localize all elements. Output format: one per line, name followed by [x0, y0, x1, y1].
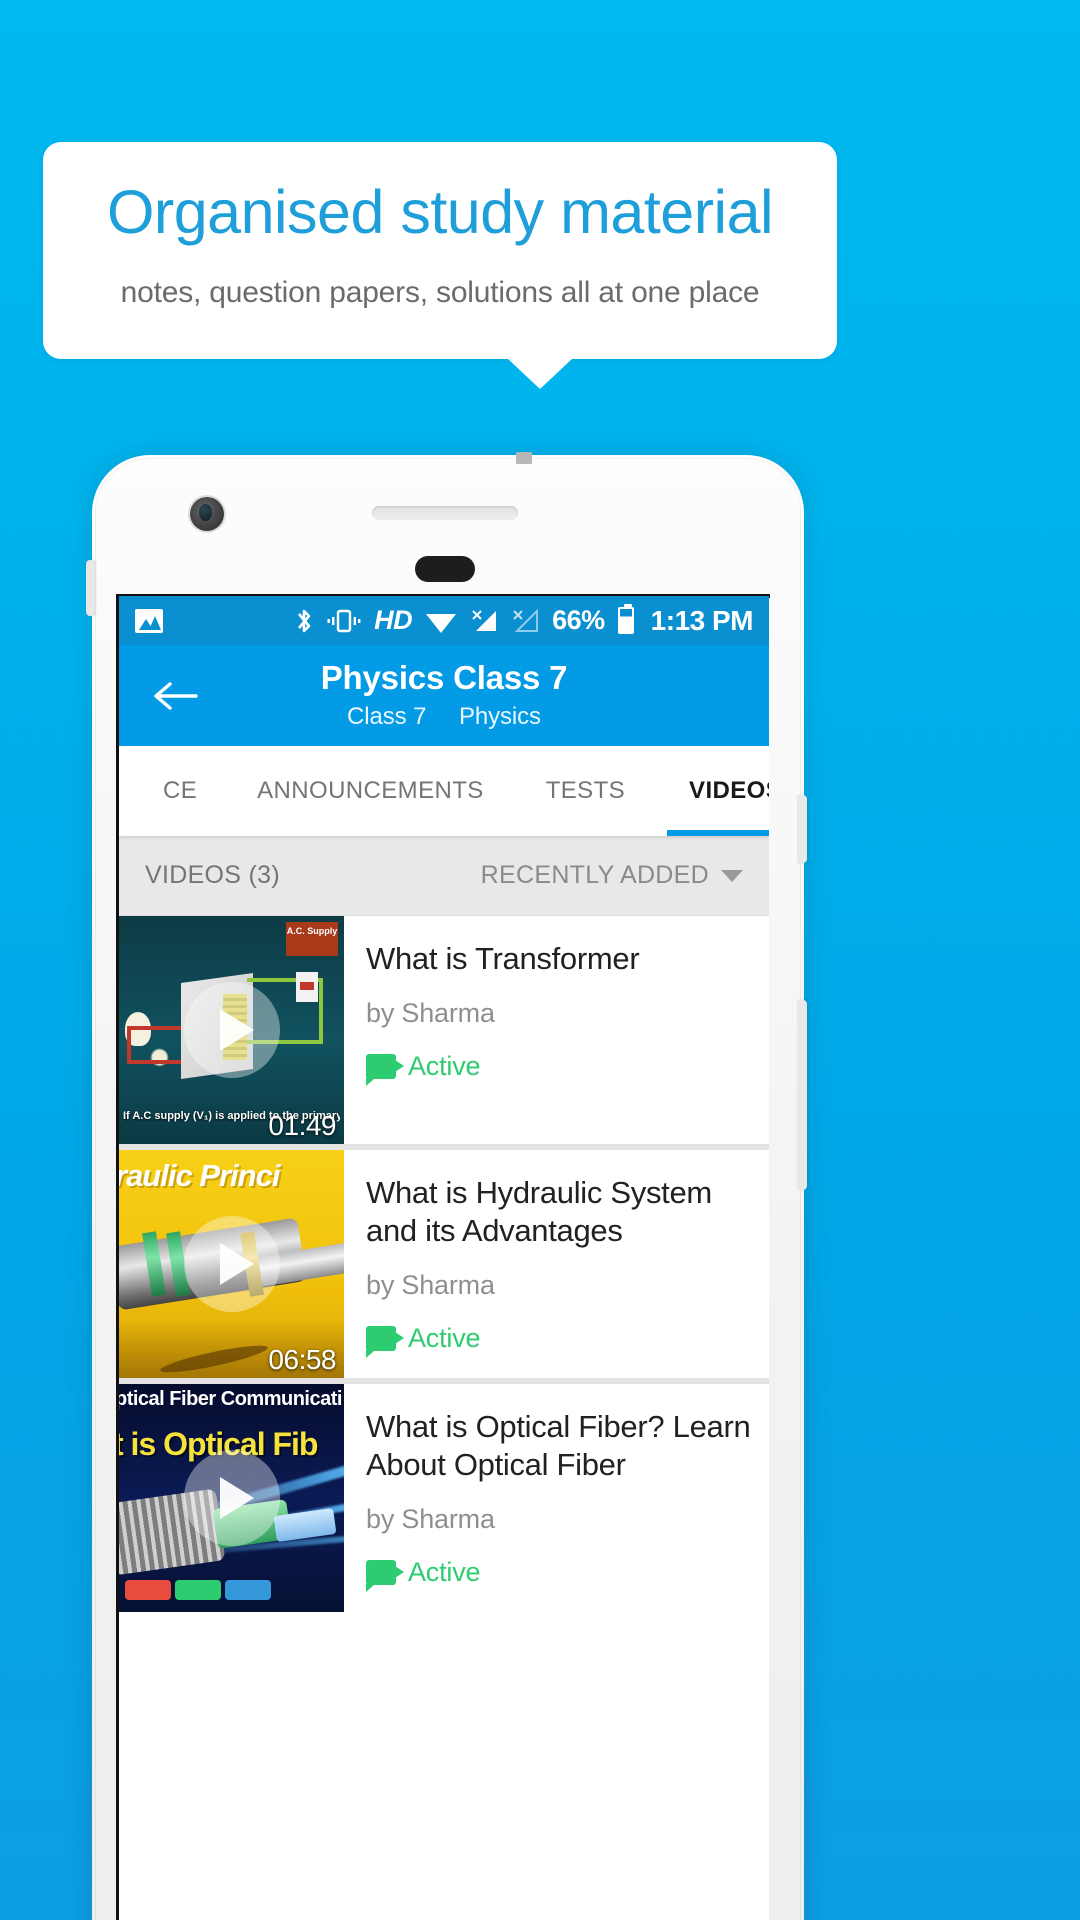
thumbnail-rgb-strands: [125, 1580, 275, 1606]
status-bar: HD 66% 1:13 PM: [119, 596, 769, 645]
video-status: Active: [366, 1050, 755, 1086]
phone-left-button[interactable]: [86, 560, 95, 616]
sort-dropdown[interactable]: RECENTLY ADDED: [481, 861, 743, 890]
video-card-body: What is Optical Fiber? Learn About Optic…: [344, 1384, 769, 1612]
clock-label: 1:13 PM: [650, 604, 754, 636]
videos-count-label: VIDEOS (3): [145, 861, 280, 889]
image-icon: [135, 608, 163, 633]
chevron-down-icon: [721, 869, 743, 882]
video-camera-icon: [366, 1559, 404, 1592]
video-duration: 01:49: [268, 1110, 336, 1141]
status-badge: Active: [408, 1322, 481, 1353]
status-badge: Active: [408, 1556, 481, 1587]
phone-screen: HD 66% 1:13 PM Physics Class 7 Class 7 P…: [119, 596, 769, 1920]
video-author: by Sharma: [366, 997, 495, 1028]
tab-bar: CE ANNOUNCEMENTS TESTS VIDEOS: [119, 746, 769, 836]
promo-callout: Organised study material notes, question…: [43, 142, 837, 359]
video-title: What is Hydraulic System and its Advanta…: [366, 1175, 712, 1248]
phone-volume-button[interactable]: [797, 1000, 807, 1190]
page-title: Physics Class 7: [320, 659, 568, 697]
video-thumbnail[interactable]: A.C. Supply If A.C supply (V₁) is applie…: [119, 916, 344, 1144]
promo-callout-tail: [507, 358, 573, 389]
thumbnail-caption: ptical Fiber Communicati: [119, 1388, 342, 1410]
battery-percent-label: 66%: [552, 605, 605, 635]
video-list-item[interactable]: raulic Princi 06:58 What is Hydraulic Sy…: [119, 1150, 769, 1378]
home-button[interactable]: [415, 556, 475, 582]
battery-icon: [617, 604, 634, 634]
status-badge: Active: [408, 1050, 481, 1081]
thumbnail-badge: A.C. Supply: [286, 922, 338, 956]
video-status: Active: [366, 1556, 755, 1592]
video-author: by Sharma: [366, 1503, 495, 1534]
sort-label: RECENTLY ADDED: [480, 861, 709, 889]
signal-2-icon: [511, 608, 539, 634]
video-list-item[interactable]: ptical Fiber Communicati t is Optical Fi…: [119, 1384, 769, 1612]
vibrate-icon: [327, 608, 361, 634]
video-author: by Sharma: [366, 1269, 495, 1300]
breadcrumb-class: Class 7: [347, 702, 427, 730]
bluetooth-icon: [294, 606, 314, 636]
thumbnail-capacitor-shape: [296, 972, 318, 1002]
phone-power-button[interactable]: [797, 795, 807, 863]
breadcrumb: Class 7 Physics: [347, 703, 541, 731]
video-camera-icon: [366, 1053, 404, 1086]
back-arrow-icon: [154, 681, 198, 710]
app-bar: Physics Class 7 Class 7 Physics: [119, 645, 769, 746]
video-card-body: What is Hydraulic System and its Advanta…: [344, 1150, 769, 1378]
video-title: What is Transformer: [366, 941, 640, 976]
phone-sensor-nub: [516, 452, 532, 464]
video-thumbnail[interactable]: raulic Princi 06:58: [119, 1150, 344, 1378]
video-duration: 06:58: [268, 1344, 336, 1375]
thumbnail-caption: raulic Princi: [119, 1158, 280, 1193]
tab-tests[interactable]: TESTS: [542, 746, 629, 836]
play-icon[interactable]: [183, 1450, 280, 1546]
tab-announcements[interactable]: ANNOUNCEMENTS: [253, 746, 488, 836]
app-bar-titles: Physics Class 7 Class 7 Physics: [119, 645, 769, 746]
back-button[interactable]: [143, 679, 207, 713]
play-icon[interactable]: [183, 982, 280, 1078]
tab-videos[interactable]: VIDEOS: [667, 746, 769, 836]
video-card-body: What is Transformer by Sharma Active: [344, 916, 769, 1144]
video-camera-icon: [366, 1325, 404, 1358]
video-list: A.C. Supply If A.C supply (V₁) is applie…: [119, 916, 769, 1612]
video-list-item[interactable]: A.C. Supply If A.C supply (V₁) is applie…: [119, 916, 769, 1144]
video-thumbnail[interactable]: ptical Fiber Communicati t is Optical Fi…: [119, 1384, 344, 1612]
promo-subheadline: notes, question papers, solutions all at…: [120, 276, 760, 310]
status-bar-right: HD 66% 1:13 PM: [294, 604, 754, 637]
status-bar-left: [135, 608, 163, 633]
signal-1-icon: [470, 608, 498, 634]
wifi-icon: [425, 608, 457, 634]
front-camera-icon: [190, 497, 224, 531]
video-status: Active: [366, 1322, 755, 1358]
promo-headline: Organised study material: [106, 178, 774, 246]
play-icon[interactable]: [183, 1216, 280, 1312]
tab-ce[interactable]: CE: [159, 746, 201, 836]
earpiece-speaker: [372, 506, 518, 520]
hd-icon: HD: [374, 605, 413, 635]
sort-bar: VIDEOS (3) RECENTLY ADDED: [119, 836, 769, 916]
breadcrumb-subject: Physics: [458, 702, 541, 730]
video-title: What is Optical Fiber? Learn About Optic…: [366, 1409, 751, 1482]
